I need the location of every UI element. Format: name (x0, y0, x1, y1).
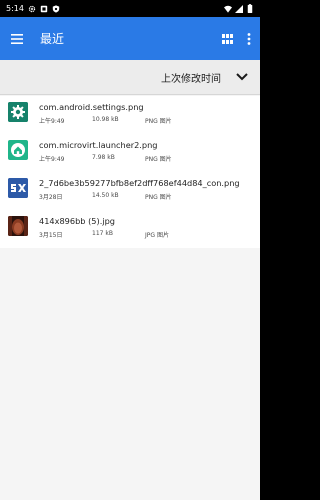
photo-thumbnail (8, 216, 28, 236)
screen: 5:14 最近 上次修改时间 com.android.settings.png … (0, 0, 260, 500)
sort-bar[interactable]: 上次修改时间 (0, 60, 260, 95)
file-type: PNG 图片 (145, 194, 172, 201)
page-title: 最近 (40, 32, 65, 46)
file-type: JPG 图片 (145, 232, 169, 239)
signal-icon (235, 4, 243, 13)
sim-icon (40, 5, 48, 13)
file-name: 414x896bb (5).jpg (39, 216, 115, 226)
wifi-icon (224, 5, 232, 13)
grid-view-button[interactable] (216, 26, 238, 52)
file-date: 3月28日 (39, 194, 63, 201)
hamburger-menu-icon (11, 33, 23, 44)
status-bar: 5:14 (0, 0, 260, 17)
menu-button[interactable] (4, 26, 30, 52)
file-row[interactable]: 414x896bb (5).jpg 3月15日 117 kB JPG 图片 (0, 153, 260, 239)
battery-icon (246, 4, 254, 13)
app-bar: 最近 (0, 17, 260, 60)
shield-icon (52, 4, 60, 13)
status-time: 5:14 (6, 4, 24, 13)
file-size: 117 kB (92, 230, 113, 237)
gear-icon (28, 5, 36, 13)
chevron-down-icon[interactable] (236, 71, 248, 83)
file-size: 14.50 kB (92, 192, 119, 199)
file-list: com.android.settings.png 上午9:49 10.98 kB… (0, 96, 260, 248)
file-name: com.android.settings.png (39, 102, 144, 112)
more-vert-icon (247, 32, 251, 45)
sort-label: 上次修改时间 (161, 73, 221, 85)
more-options-button[interactable] (238, 26, 260, 52)
file-date: 3月15日 (39, 232, 63, 239)
grid-view-icon (221, 33, 233, 44)
